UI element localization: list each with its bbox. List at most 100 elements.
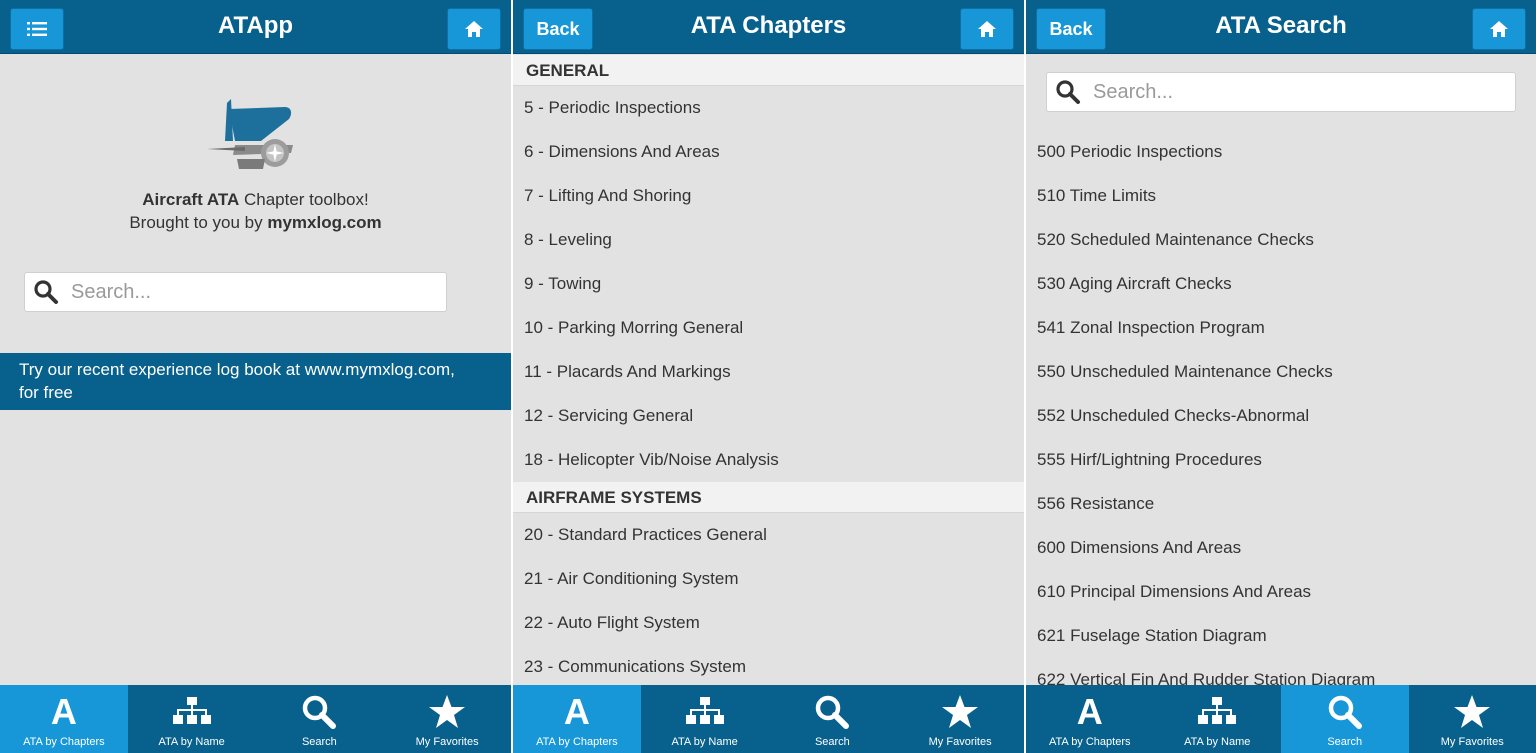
promo-line: Try our recent experience log book at ww… [19, 360, 455, 379]
letter-a-icon: A [563, 691, 590, 732]
list-item[interactable]: 6 - Dimensions And Areas [513, 130, 1024, 174]
list-item[interactable]: 510 Time Limits [1026, 174, 1536, 218]
list-item[interactable]: 23 - Communications System [513, 645, 1024, 685]
search-icon [1328, 695, 1362, 729]
search-input[interactable] [1093, 80, 1468, 104]
tab-search[interactable]: Search [256, 685, 384, 753]
tab-search[interactable]: Search [769, 685, 897, 753]
tab-bar: A ATA by Chapters ATA by Name Search My … [0, 685, 511, 753]
tab-bar: A ATA by Chapters ATA by Name Search My … [513, 685, 1024, 753]
section-header: GENERAL [513, 55, 1024, 86]
tab-label: ATA by Name [1184, 736, 1251, 748]
home-screen: ATApp Aircraft ATA Chapter toolbox! Brou… [0, 0, 511, 753]
tab-label: Search [301, 736, 337, 748]
app-title: ATApp [217, 12, 294, 39]
section-header: AIRFRAME SYSTEMS [513, 482, 1024, 513]
list-item[interactable]: 11 - Placards And Markings [513, 350, 1024, 394]
home-icon [978, 21, 996, 37]
search-field[interactable] [1046, 72, 1516, 112]
tab-label: Search [814, 736, 850, 748]
star-icon [942, 695, 979, 728]
home-content: Aircraft ATA Chapter toolbox! Brought to… [0, 55, 511, 685]
list-item[interactable]: 520 Scheduled Maintenance Checks [1026, 218, 1536, 262]
tab-ata-by-chapters[interactable]: A ATA by Chapters [513, 685, 641, 753]
tab-ata-by-chapters[interactable]: A ATA by Chapters [1026, 685, 1154, 753]
tab-my-favorites[interactable]: My Favorites [1409, 685, 1536, 753]
screen-title: ATA Chapters [690, 12, 847, 39]
search-field[interactable] [24, 272, 447, 312]
home-icon [1490, 21, 1508, 37]
letter-a-icon: A [1076, 691, 1103, 732]
list-item[interactable]: 9 - Towing [513, 262, 1024, 306]
list-item[interactable]: 500 Periodic Inspections [1026, 130, 1536, 174]
tab-ata-by-name[interactable]: ATA by Name [128, 685, 256, 753]
list-item[interactable]: 556 Resistance [1026, 482, 1536, 526]
search-content: 500 Periodic Inspections 510 Time Limits… [1026, 55, 1536, 685]
list-item[interactable]: 600 Dimensions And Areas [1026, 526, 1536, 570]
tab-label: My Favorites [415, 736, 479, 748]
tab-ata-by-name[interactable]: ATA by Name [1154, 685, 1282, 753]
search-input[interactable] [71, 280, 408, 304]
tab-label: ATA by Name [158, 736, 225, 748]
header: ATApp [0, 0, 511, 54]
search-icon [816, 695, 850, 729]
list-item[interactable]: 552 Unscheduled Checks-Abnormal [1026, 394, 1536, 438]
list-item[interactable]: 18 - Helicopter Vib/Noise Analysis [513, 438, 1024, 482]
home-button[interactable] [1472, 8, 1526, 50]
list-item[interactable]: 622 Vertical Fin And Rudder Station Diag… [1026, 658, 1536, 685]
list-item[interactable]: 7 - Lifting And Shoring [513, 174, 1024, 218]
site-link[interactable]: mymxlog.com [267, 213, 381, 232]
tab-label: Search [1327, 736, 1363, 748]
list-item[interactable]: 530 Aging Aircraft Checks [1026, 262, 1536, 306]
screen-title: ATA Search [1215, 12, 1347, 39]
list-item[interactable]: 21 - Air Conditioning System [513, 557, 1024, 601]
header: Back ATA Search [1026, 0, 1536, 54]
sitemap-icon [685, 697, 724, 724]
tab-label: ATA by Chapters [536, 736, 618, 748]
tab-ata-by-name[interactable]: ATA by Name [641, 685, 769, 753]
tab-my-favorites[interactable]: My Favorites [896, 685, 1024, 753]
tab-bar: A ATA by Chapters ATA by Name Search My … [1026, 685, 1536, 753]
tab-label: ATA by Chapters [23, 736, 105, 748]
list-item[interactable]: 10 - Parking Morring General [513, 306, 1024, 350]
list-item[interactable]: 12 - Servicing General [513, 394, 1024, 438]
promo-line: for free [19, 383, 73, 402]
list-item[interactable]: 550 Unscheduled Maintenance Checks [1026, 350, 1536, 394]
list-item[interactable]: 555 Hirf/Lightning Procedures [1026, 438, 1536, 482]
search-icon [1056, 80, 1080, 104]
list-item[interactable]: 541 Zonal Inspection Program [1026, 306, 1536, 350]
tab-label: My Favorites [1440, 736, 1504, 748]
tagline-bold: Aircraft ATA [142, 190, 240, 209]
search-icon [34, 280, 58, 304]
tagline-text: Chapter toolbox! [239, 190, 369, 209]
letter-a-icon: A [50, 691, 77, 732]
list-item[interactable]: 610 Principal Dimensions And Areas [1026, 570, 1536, 614]
tagline: Aircraft ATA Chapter toolbox! Brought to… [0, 188, 511, 234]
tab-ata-by-chapters[interactable]: A ATA by Chapters [0, 685, 128, 753]
search-icon [303, 695, 337, 729]
star-icon [429, 695, 466, 728]
header: Back ATA Chapters [513, 0, 1024, 54]
tab-label: ATA by Chapters [1048, 736, 1131, 748]
list-item[interactable]: 22 - Auto Flight System [513, 601, 1024, 645]
home-icon [465, 21, 483, 37]
home-button[interactable] [447, 8, 501, 50]
list-item[interactable]: 621 Fuselage Station Diagram [1026, 614, 1536, 658]
tagline-credit: Brought to you by [129, 213, 268, 232]
tab-search[interactable]: Search [1281, 685, 1409, 753]
star-icon [1454, 695, 1491, 728]
home-button[interactable] [960, 8, 1014, 50]
promo-banner[interactable]: Try our recent experience log book at ww… [0, 353, 511, 410]
tab-label: ATA by Name [671, 736, 738, 748]
aircraft-logo [207, 99, 293, 169]
sitemap-icon [172, 697, 211, 724]
list-item[interactable]: 5 - Periodic Inspections [513, 86, 1024, 130]
list-item[interactable]: 20 - Standard Practices General [513, 513, 1024, 557]
tab-my-favorites[interactable]: My Favorites [383, 685, 511, 753]
chapter-list: GENERAL 5 - Periodic Inspections 6 - Dim… [513, 55, 1024, 685]
chapters-screen: Back ATA Chapters GENERAL 5 - Periodic I… [513, 0, 1024, 753]
sitemap-icon [1198, 697, 1237, 724]
list-item[interactable]: 8 - Leveling [513, 218, 1024, 262]
tab-label: My Favorites [928, 736, 992, 748]
search-results: 500 Periodic Inspections 510 Time Limits… [1026, 130, 1536, 685]
